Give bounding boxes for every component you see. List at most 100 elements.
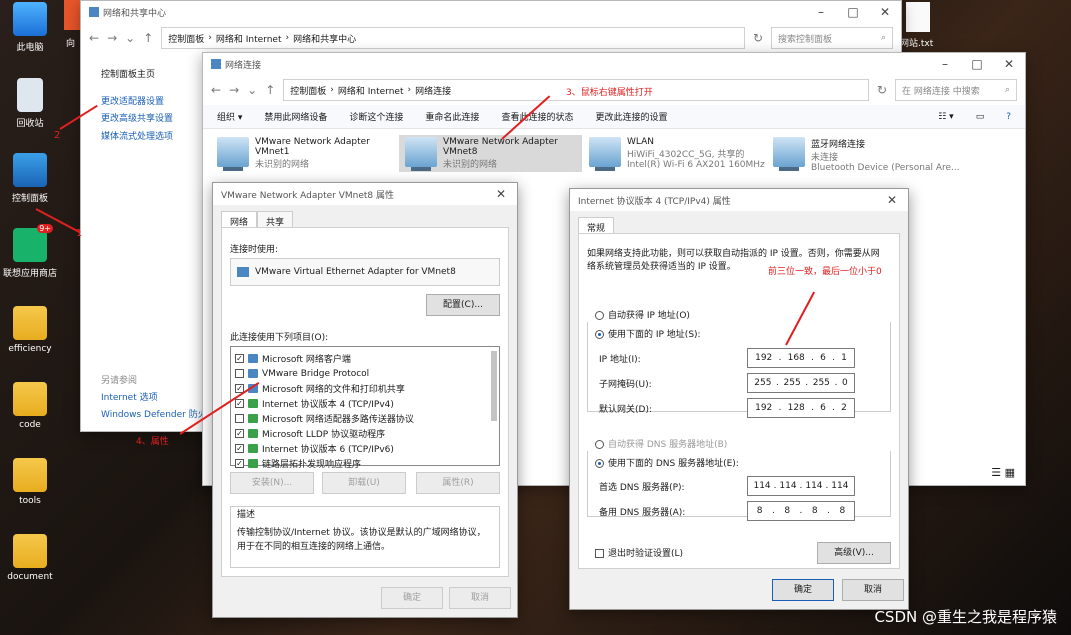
checkbox-checked[interactable]: ✓ — [235, 429, 244, 438]
close-button[interactable]: ✕ — [993, 57, 1025, 71]
back-icon[interactable]: ← — [89, 31, 99, 45]
install-button[interactable]: 安装(N)... — [230, 472, 314, 494]
checkbox-checked[interactable]: ✓ — [235, 354, 244, 363]
preview-pane-icon[interactable]: ▭ — [976, 112, 985, 122]
list-item[interactable]: ✓ Microsoft 网络的文件和打印机共享 — [235, 381, 495, 396]
checkbox-checked[interactable]: ✓ — [235, 459, 244, 468]
search-input[interactable]: 搜索控制面板 ⌕ — [771, 27, 893, 49]
view-options-icon[interactable]: ☷ ▾ — [938, 112, 953, 122]
protocol-icon — [248, 459, 258, 468]
properties-button[interactable]: 属性(R) — [416, 472, 500, 494]
configure-button[interactable]: 配置(C)... — [426, 294, 500, 316]
sidebar-link-advanced-sharing[interactable]: 更改高级共享设置 — [101, 111, 173, 124]
adapter-bluetooth[interactable]: 蓝牙网络连接 未连接 Bluetooth Device (Personal Are.… — [773, 137, 960, 173]
see-also-internet-options[interactable]: Internet 选项 — [101, 390, 158, 403]
breadcrumb-item[interactable]: 网络和共享中心 — [293, 32, 356, 45]
desktop-icon-lenovo-store[interactable]: 9+ 联想应用商店 — [0, 224, 60, 279]
cmd-rename[interactable]: 重命名此连接 — [425, 110, 479, 123]
minimize-button[interactable]: – — [805, 5, 837, 19]
description-text: 传输控制协议/Internet 协议。该协议是默认的广域网络协议，用于在不同的相… — [237, 528, 486, 552]
close-button[interactable]: ✕ — [485, 187, 517, 201]
cancel-button[interactable]: 取消 — [842, 579, 904, 601]
list-item[interactable]: ✓ 链路层拓扑发现响应程序 — [235, 456, 495, 471]
ip-label: IP 地址(I): — [599, 355, 641, 365]
radio-off[interactable] — [595, 440, 604, 449]
breadcrumb-item[interactable]: 控制面板 — [168, 32, 204, 45]
sidebar-link-adapter-settings[interactable]: 更改适配器设置 — [101, 94, 164, 107]
refresh-icon[interactable]: ↻ — [753, 31, 763, 45]
list-item[interactable]: ✓ Microsoft 网络客户端 — [235, 351, 495, 366]
cmd-disable-device[interactable]: 禁用此网络设备 — [264, 110, 327, 123]
maximize-button[interactable]: □ — [837, 5, 869, 19]
maximize-button[interactable]: □ — [961, 57, 993, 71]
breadcrumb-item[interactable]: 网络连接 — [415, 84, 451, 97]
network-icon — [89, 7, 99, 17]
up-icon[interactable]: ↑ — [143, 31, 153, 45]
subnet-mask-field[interactable]: 255. 255. 255. 0 — [747, 373, 855, 393]
details-view-icon[interactable]: ☰ ▦ — [991, 466, 1015, 479]
adapter-wlan[interactable]: WLAN HiWiFi_4302CC_5G, 共享的 Intel(R) Wi-Fi … — [589, 137, 765, 171]
cmd-diagnose[interactable]: 诊断这个连接 — [349, 110, 403, 123]
cmd-view-status[interactable]: 查看此连接的状态 — [501, 110, 573, 123]
list-item[interactable]: VMware Bridge Protocol — [235, 366, 495, 381]
close-button[interactable]: ✕ — [869, 5, 901, 19]
text-file-icon[interactable] — [906, 2, 930, 32]
desktop-icon-document[interactable]: document — [0, 534, 60, 582]
cancel-button[interactable]: 取消 — [449, 587, 511, 609]
ip-address-field[interactable]: 192. 168. 6. 1 — [747, 348, 855, 368]
checkbox-checked[interactable]: ✓ — [235, 399, 244, 408]
checkbox-unchecked[interactable] — [595, 549, 604, 558]
breadcrumb-item[interactable]: 网络和 Internet — [338, 84, 404, 97]
minimize-button[interactable]: – — [929, 57, 961, 71]
adapter-vmnet8[interactable]: VMware Network Adapter VMnet8 未识别的网络 — [399, 135, 582, 172]
cmd-organize[interactable]: 组织 ▾ — [217, 110, 242, 123]
checkbox-checked[interactable]: ✓ — [235, 444, 244, 453]
refresh-icon[interactable]: ↻ — [877, 83, 887, 97]
desktop-icon-recycle-bin[interactable]: 回收站 — [0, 78, 60, 129]
forward-icon[interactable]: → — [107, 31, 117, 45]
sidebar-link-media-streaming[interactable]: 媒体流式处理选项 — [101, 129, 173, 142]
search-input[interactable]: 在 网络连接 中搜索 ⌕ — [895, 79, 1017, 101]
dropdown-icon[interactable]: ⌄ — [125, 31, 135, 45]
protocol-icon — [248, 414, 258, 423]
ok-button[interactable]: 确定 — [381, 587, 443, 609]
desktop-icon-code[interactable]: code — [0, 382, 60, 430]
breadcrumb-item[interactable]: 网络和 Internet — [216, 32, 282, 45]
advanced-button[interactable]: 高级(V)... — [817, 542, 891, 564]
close-button[interactable]: ✕ — [876, 193, 908, 207]
list-item-ipv4[interactable]: ✓ Internet 协议版本 4 (TCP/IPv4) — [235, 396, 495, 411]
protocol-icon — [248, 369, 258, 378]
desktop-icon-tools[interactable]: tools — [0, 458, 60, 506]
breadcrumb[interactable]: 控制面板 › 网络和 Internet › 网络和共享中心 — [161, 27, 745, 49]
up-icon[interactable]: ↑ — [265, 83, 275, 97]
list-item[interactable]: ✓ Microsoft LLDP 协议驱动程序 — [235, 426, 495, 441]
list-item[interactable]: Microsoft 网络适配器多路传送器协议 — [235, 411, 495, 426]
breadcrumb-item[interactable]: 控制面板 — [290, 84, 326, 97]
sidebar-home[interactable]: 控制面板主页 — [101, 67, 155, 80]
scrollbar[interactable] — [491, 351, 497, 421]
gateway-field[interactable]: 192. 128. 6. 2 — [747, 398, 855, 418]
cmd-change-settings[interactable]: 更改此连接的设置 — [595, 110, 667, 123]
checkbox-unchecked[interactable] — [235, 369, 244, 378]
desktop-icon-this-pc[interactable]: 此电脑 — [0, 2, 60, 53]
help-icon[interactable]: ? — [1006, 112, 1011, 122]
ok-button[interactable]: 确定 — [772, 579, 834, 601]
desktop-icon-control-panel[interactable]: 控制面板 — [0, 153, 60, 204]
checkbox-unchecked[interactable] — [235, 414, 244, 423]
forward-icon[interactable]: → — [229, 83, 239, 97]
radio-off[interactable] — [595, 311, 604, 320]
desktop-icon-efficiency[interactable]: efficiency — [0, 306, 60, 354]
preferred-dns-field[interactable]: 114. 114. 114. 114 — [747, 476, 855, 496]
back-icon[interactable]: ← — [211, 83, 221, 97]
dropdown-icon[interactable]: ⌄ — [247, 83, 257, 97]
uninstall-button[interactable]: 卸载(U) — [322, 472, 406, 494]
adapter-vmnet1[interactable]: VMware Network Adapter VMnet1 未识别的网络 — [217, 137, 375, 171]
alternate-dns-field[interactable]: 8.8.8.8 — [747, 501, 855, 521]
see-also-defender-firewall[interactable]: Windows Defender 防火 — [101, 407, 207, 420]
validate-checkbox[interactable]: 退出时验证设置(L) — [595, 546, 683, 559]
auto-ip-radio[interactable]: 自动获得 IP 地址(O) — [595, 308, 690, 321]
list-item[interactable]: ✓ Internet 协议版本 6 (TCP/IPv6) — [235, 441, 495, 456]
address-bar: ← → ⌄ ↑ 控制面板 › 网络和 Internet › 网络和共享中心 ↻ 搜索… — [81, 23, 901, 53]
mask-label: 子网掩码(U): — [599, 380, 652, 390]
auto-dns-radio[interactable]: 自动获得 DNS 服务器地址(B) — [595, 437, 727, 450]
